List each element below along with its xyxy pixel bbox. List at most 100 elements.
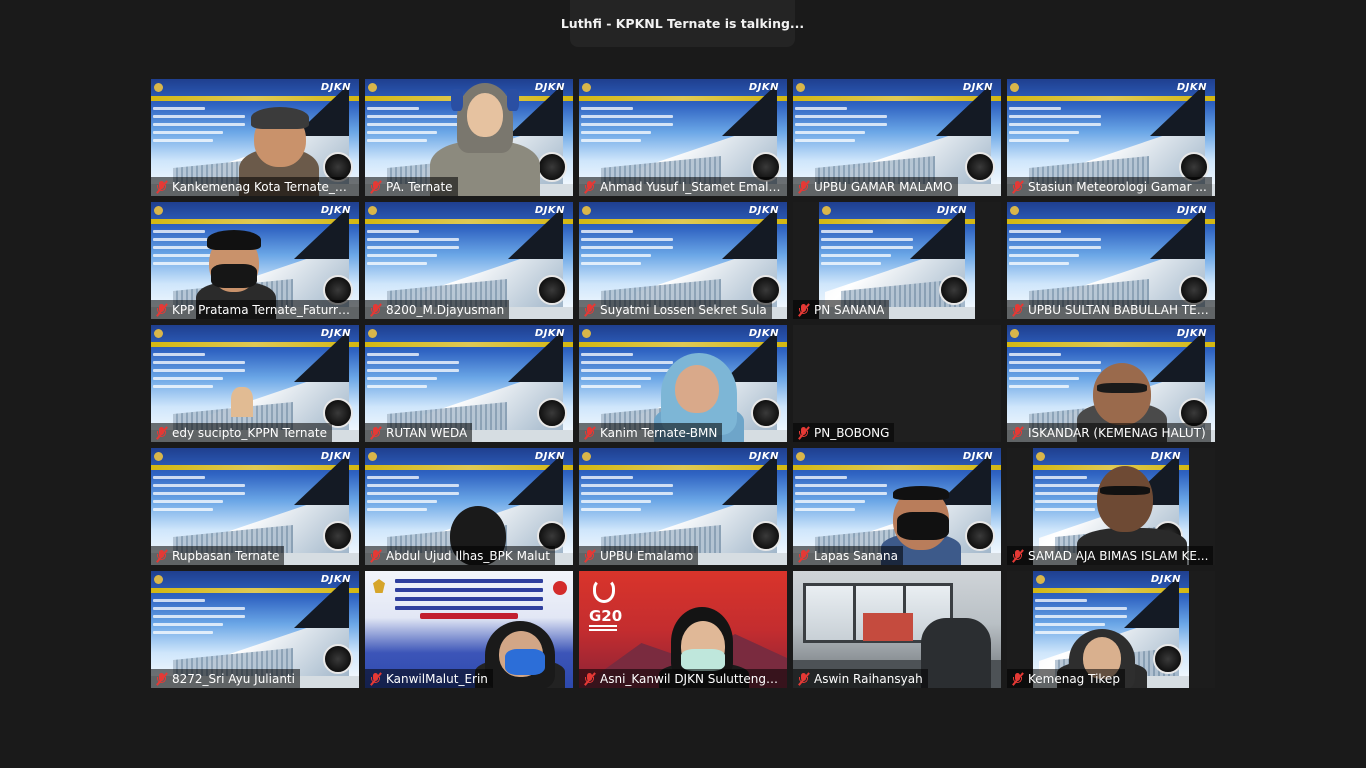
participant-name-label: UPBU SULTAN BABULLAH TER...	[1007, 300, 1215, 319]
participant-name: UPBU GAMAR MALAMO	[814, 179, 953, 194]
mic-muted-icon	[369, 179, 382, 194]
participant-name: 8272_Sri Ayu Julianti	[172, 671, 295, 686]
mic-muted-icon	[797, 302, 810, 317]
participant-name: 8200_M.Djayusman	[386, 302, 505, 317]
participant-tile[interactable]: DJKN Abdul Ujud Ilhas_BPK Malut	[365, 448, 573, 565]
participant-tile[interactable]: DJKN PA. Ternate	[365, 79, 573, 196]
participant-tile[interactable]: DJKN Kemenag Tikep	[1007, 571, 1215, 688]
mic-muted-icon	[583, 425, 596, 440]
slide-stripe	[365, 219, 573, 224]
mic-muted-icon	[797, 425, 810, 440]
mic-muted-icon	[583, 671, 596, 686]
participant-tile[interactable]: G20 Asni_Kanwil DJKN Suluttengg...	[579, 571, 787, 688]
mic-muted-icon	[1011, 425, 1024, 440]
participant-name: SAMAD AJA BIMAS ISLAM KE...	[1028, 548, 1209, 563]
participant-tile[interactable]: DJKN PN SANANA	[793, 202, 1001, 319]
shape	[505, 649, 545, 675]
participant-tile[interactable]: DJKN Lapas Sanana	[793, 448, 1001, 565]
participant-tile[interactable]: DJKN KPP Pratama Ternate_Faturrac...	[151, 202, 359, 319]
slide-title-line	[367, 230, 419, 233]
mic-muted-icon	[155, 302, 168, 317]
slide-title-line	[581, 476, 633, 479]
participant-name: edy sucipto_KPPN Ternate	[172, 425, 327, 440]
participant-name-label: PA. Ternate	[365, 177, 458, 196]
participant-tile[interactable]: PN_BOBONG	[793, 325, 1001, 442]
participant-name: ISKANDAR (KEMENAG HALUT)	[1028, 425, 1206, 440]
participant-tile[interactable]: DJKN edy sucipto_KPPN Ternate	[151, 325, 359, 442]
djkn-logo: DJKN	[748, 82, 779, 93]
slide-title-line	[821, 230, 873, 233]
participant-name: Rupbasan Ternate	[172, 548, 280, 563]
mic-muted-icon	[155, 548, 168, 563]
participant-name-label: Stasiun Meteorologi Gamar ...	[1007, 177, 1212, 196]
slide-title-line	[1009, 262, 1069, 265]
slide-title-line	[581, 254, 651, 257]
mic-muted-icon	[155, 179, 168, 194]
participant-name: Kanim Ternate-BMN	[600, 425, 718, 440]
participant-tile[interactable]: DJKN Kanim Ternate-BMN	[579, 325, 787, 442]
slide-title-line	[795, 131, 865, 134]
shape	[1093, 363, 1151, 425]
slide-title-line	[795, 115, 887, 118]
mic-muted-icon	[1011, 671, 1024, 686]
participant-tile[interactable]: DJKN 8272_Sri Ayu Julianti	[151, 571, 359, 688]
slide-title-line	[581, 139, 641, 142]
ministry-logo-icon	[796, 83, 805, 92]
participant-tile[interactable]: DJKN Stasiun Meteorologi Gamar ...	[1007, 79, 1215, 196]
slide-stripe	[579, 465, 787, 470]
slide-stripe	[1007, 219, 1215, 224]
participant-tile[interactable]: DJKN Ahmad Yusuf I_Stamet Emala...	[579, 79, 787, 196]
ministry-logo-icon	[368, 206, 377, 215]
participant-tile[interactable]: DJKN Rupbasan Ternate	[151, 448, 359, 565]
slide-title-line	[367, 385, 427, 388]
participant-tile[interactable]: KanwilMalut_Erin	[365, 571, 573, 688]
slide-title-line	[581, 508, 641, 511]
gallery-grid: DJKN Kankemenag Kota Ternate_W... DJKN PA. …	[151, 79, 1215, 688]
emblem-icon	[751, 521, 781, 551]
participant-name: UPBU Emalamo	[600, 548, 694, 563]
mic-muted-icon	[583, 302, 596, 317]
ministry-logo-icon	[822, 206, 831, 215]
slide-title-line	[153, 607, 245, 610]
djkn-logo: DJKN	[320, 574, 351, 585]
slide-title-line	[153, 599, 205, 602]
mic-muted-icon	[797, 548, 810, 563]
shape	[681, 649, 725, 671]
participant-tile[interactable]: DJKN UPBU SULTAN BABULLAH TER...	[1007, 202, 1215, 319]
participant-name-label: PN_BOBONG	[793, 423, 895, 442]
participant-tile[interactable]: DJKN Kankemenag Kota Ternate_W...	[151, 79, 359, 196]
slide-title-line	[153, 615, 245, 618]
djkn-logo: DJKN	[1176, 205, 1207, 216]
participant-name-label: RUTAN WEDA	[365, 423, 473, 442]
participant-tile[interactable]: DJKN 8200_M.Djayusman	[365, 202, 573, 319]
shape	[897, 512, 949, 540]
shape	[207, 230, 261, 250]
participant-tile[interactable]: DJKN RUTAN WEDA	[365, 325, 573, 442]
participant-name-label: PN SANANA	[793, 300, 890, 319]
shape	[1097, 466, 1153, 532]
participant-tile[interactable]: DJKN Suyatmi Lossen Sekret Sula	[579, 202, 787, 319]
participant-name: Stasiun Meteorologi Gamar ...	[1028, 179, 1207, 194]
window-frame	[853, 583, 856, 643]
participant-tile[interactable]: Aswin Raihansyah	[793, 571, 1001, 688]
participant-name: Aswin Raihansyah	[814, 671, 923, 686]
mic-muted-icon	[1011, 302, 1024, 317]
ministry-logo-icon	[154, 575, 163, 584]
participant-tile[interactable]: DJKN UPBU Emalamo	[579, 448, 787, 565]
participant-name-label: 8200_M.Djayusman	[365, 300, 510, 319]
building-outside	[863, 613, 913, 641]
participant-tile[interactable]: DJKN SAMAD AJA BIMAS ISLAM KE...	[1007, 448, 1215, 565]
participant-name: KPP Pratama Ternate_Faturrac...	[172, 302, 354, 317]
mic-muted-icon	[369, 671, 382, 686]
mic-muted-icon	[1011, 548, 1024, 563]
slide-title-line	[795, 139, 855, 142]
slide-title-line	[367, 361, 459, 364]
slide-title-line	[1009, 238, 1101, 241]
emblem-icon	[939, 275, 969, 305]
ministry-logo-icon	[154, 452, 163, 461]
participant-tile[interactable]: DJKN ISKANDAR (KEMENAG HALUT)	[1007, 325, 1215, 442]
slide-title-line	[1009, 139, 1069, 142]
slide-title-line	[581, 484, 673, 487]
participant-tile[interactable]: DJKN UPBU GAMAR MALAMO	[793, 79, 1001, 196]
chair	[921, 618, 991, 688]
